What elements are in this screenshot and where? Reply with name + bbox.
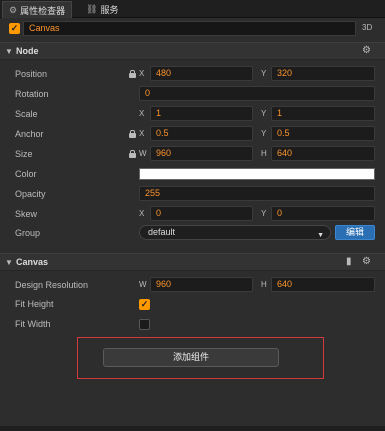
scale-y-field[interactable]: 1	[271, 106, 375, 121]
canvas-settings-gear-icon[interactable]: ⚙	[362, 256, 371, 267]
size-height-field[interactable]: 640	[271, 146, 375, 161]
skew-x-axis: X	[139, 209, 145, 218]
group-select-value: default	[148, 227, 176, 237]
position-label: Position	[15, 69, 48, 79]
gear-icon: ⚙	[9, 4, 18, 15]
canvas-section-header[interactable]: ▼ Canvas ▮ ⚙	[0, 253, 385, 271]
canvas-section-title: Canvas	[16, 257, 49, 267]
collapse-caret-icon: ▼	[5, 47, 13, 56]
group-select[interactable]: default ▼	[139, 225, 331, 240]
position-x-field[interactable]: 480	[150, 66, 253, 81]
edit-group-button[interactable]: 编辑	[335, 225, 375, 240]
skew-y-field[interactable]: 0	[271, 206, 375, 221]
scale-x-axis: X	[139, 109, 145, 118]
skew-label: Skew	[15, 209, 38, 219]
tab-bar: ⚙ 属性检查器 ⛓ 服务	[0, 0, 385, 18]
book-icon[interactable]: ▮	[346, 256, 352, 267]
tab-services-label: 服务	[100, 5, 119, 15]
lock-icon[interactable]	[129, 70, 136, 78]
color-label: Color	[15, 169, 37, 179]
skew-y-axis: Y	[261, 209, 267, 218]
position-x-axis: X	[139, 69, 145, 78]
fit-width-checkbox[interactable]	[139, 319, 150, 330]
opacity-label: Opacity	[15, 189, 46, 199]
anchor-y-field[interactable]: 0.5	[271, 126, 375, 141]
size-label: Size	[15, 149, 33, 159]
design-height-field[interactable]: 640	[271, 277, 375, 292]
position-y-field[interactable]: 320	[271, 66, 375, 81]
scale-x-field[interactable]: 1	[150, 106, 253, 121]
opacity-field[interactable]: 255	[139, 186, 375, 201]
anchor-label: Anchor	[15, 129, 44, 139]
lock-icon[interactable]	[129, 150, 136, 158]
node-settings-gear-icon[interactable]: ⚙	[362, 45, 371, 56]
anchor-y-axis: Y	[261, 129, 267, 138]
color-swatch[interactable]	[139, 168, 375, 180]
node-name-field[interactable]: Canvas	[23, 21, 356, 36]
design-width-field[interactable]: 960	[150, 277, 253, 292]
lock-icon[interactable]	[129, 130, 136, 138]
add-component-button[interactable]: 添加组件	[103, 348, 279, 367]
dropdown-arrow-icon: ▼	[317, 232, 324, 239]
anchor-x-axis: X	[139, 129, 145, 138]
scale-label: Scale	[15, 109, 38, 119]
fit-height-checkbox[interactable]: ✓	[139, 299, 150, 310]
design-h-axis: H	[261, 280, 267, 289]
node-active-checkbox[interactable]: ✓	[9, 23, 20, 34]
anchor-x-field[interactable]: 0.5	[150, 126, 253, 141]
panel-bottom-border	[0, 426, 385, 431]
3d-badge[interactable]: 3D	[362, 23, 372, 32]
node-section-header[interactable]: ▼ Node ⚙	[0, 42, 385, 60]
size-h-axis: H	[261, 149, 267, 158]
rotation-label: Rotation	[15, 89, 49, 99]
scale-y-axis: Y	[261, 109, 267, 118]
link-icon: ⛓	[86, 4, 98, 14]
design-w-axis: W	[139, 280, 147, 289]
tab-services[interactable]: ⛓ 服务	[80, 1, 124, 18]
tab-inspector-label: 属性检查器	[20, 5, 66, 16]
position-y-axis: Y	[261, 69, 267, 78]
fit-width-label: Fit Width	[15, 319, 51, 329]
fit-height-label: Fit Height	[15, 299, 54, 309]
node-section-title: Node	[16, 46, 39, 56]
size-width-field[interactable]: 960	[150, 146, 253, 161]
skew-x-field[interactable]: 0	[150, 206, 253, 221]
group-label: Group	[15, 228, 41, 238]
design-resolution-label: Design Resolution	[15, 280, 89, 290]
rotation-field[interactable]: 0	[139, 86, 375, 101]
size-w-axis: W	[139, 149, 147, 158]
tab-inspector[interactable]: ⚙ 属性检查器	[2, 1, 73, 18]
collapse-caret-icon: ▼	[5, 258, 13, 267]
